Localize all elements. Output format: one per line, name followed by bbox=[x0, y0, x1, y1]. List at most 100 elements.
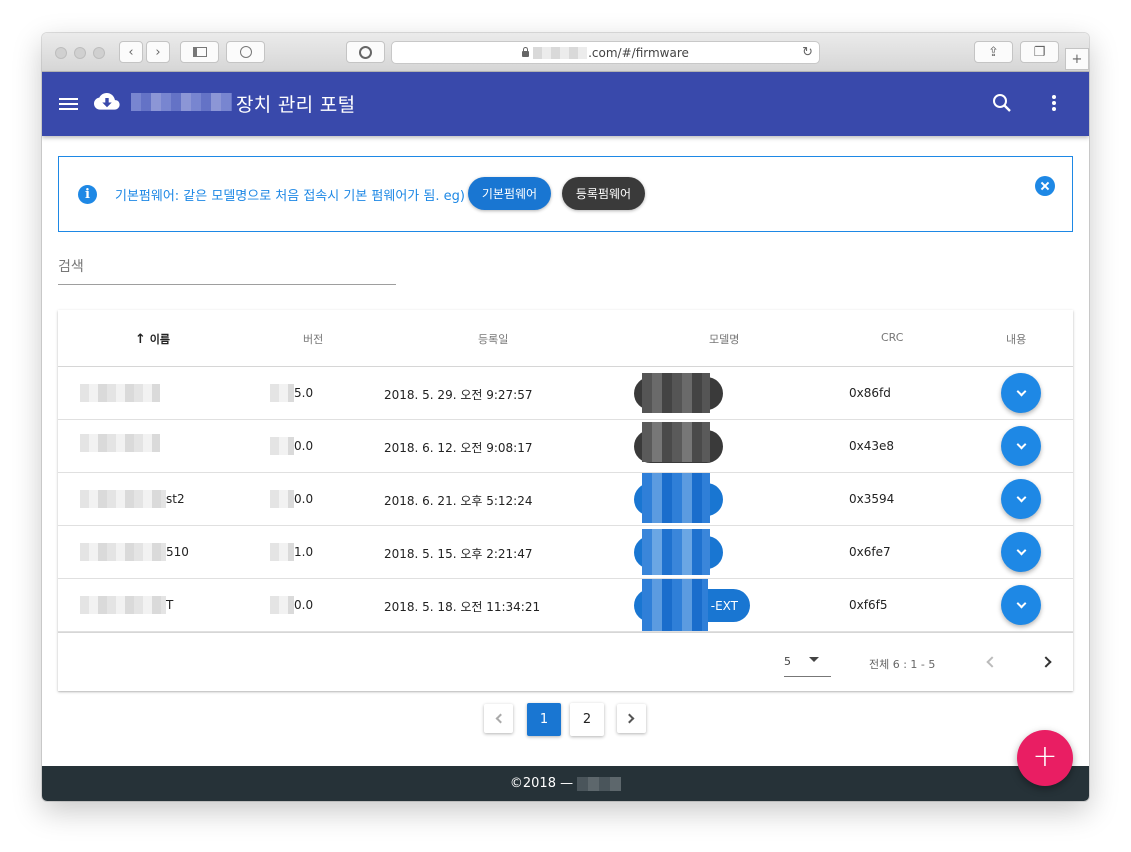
column-header-model[interactable]: 모델명 bbox=[709, 331, 739, 347]
version-redacted bbox=[270, 490, 294, 508]
version-redacted bbox=[270, 437, 294, 455]
version-redacted bbox=[270, 596, 294, 614]
page-button-2[interactable]: 2 bbox=[570, 703, 604, 736]
date-cell: 2018. 5. 29. 오전 9:27:57 bbox=[384, 388, 533, 402]
clock-icon bbox=[239, 46, 252, 58]
model-redacted bbox=[642, 473, 710, 523]
table-row: T 0.0 2018. 5. 18. 오전 11:34:21 -EXT 0xf6… bbox=[58, 579, 1073, 632]
minimize-window-button[interactable] bbox=[74, 47, 86, 59]
info-icon: i bbox=[78, 185, 97, 204]
prev-page-icon[interactable] bbox=[986, 656, 998, 668]
name-redacted bbox=[80, 434, 160, 452]
page-button-1[interactable]: 1 bbox=[527, 703, 561, 736]
close-icon[interactable] bbox=[1035, 176, 1055, 196]
rows-per-page-value: 5 bbox=[784, 655, 791, 668]
name-redacted bbox=[80, 543, 166, 561]
name-cell: T bbox=[166, 598, 174, 612]
crc-cell: 0xf6f5 bbox=[849, 598, 888, 612]
lock-icon bbox=[522, 47, 530, 57]
version-redacted bbox=[270, 543, 294, 561]
date-cell: 2018. 6. 12. 오전 9:08:17 bbox=[384, 441, 533, 455]
expand-button[interactable] bbox=[1001, 426, 1041, 466]
table-row: 5.0 2018. 5. 29. 오전 9:27:57 0x86fd bbox=[58, 367, 1073, 420]
next-page-icon[interactable] bbox=[1040, 656, 1052, 668]
info-circle-icon bbox=[359, 45, 372, 59]
search-input[interactable] bbox=[58, 255, 396, 275]
rows-per-page-select[interactable]: 5 bbox=[784, 652, 831, 677]
copyright-text: ©2018 — bbox=[509, 776, 574, 791]
table-row: 0.0 2018. 6. 12. 오전 9:08:17 0x43e8 bbox=[58, 420, 1073, 473]
date-cell: 2018. 5. 15. 오후 2:21:47 bbox=[384, 547, 533, 561]
default-firmware-button[interactable]: 기본펌웨어 bbox=[468, 177, 551, 210]
column-header-version[interactable]: 버전 bbox=[303, 331, 323, 347]
address-bar[interactable]: .com/#/firmware ↻ bbox=[391, 41, 820, 64]
column-header-name[interactable]: ↑ 이름 bbox=[135, 331, 170, 347]
dropdown-arrow-icon bbox=[809, 657, 819, 662]
sidebar-button[interactable] bbox=[180, 41, 219, 63]
column-header-content[interactable]: 내용 bbox=[1006, 331, 1026, 347]
zoom-window-button[interactable] bbox=[93, 47, 105, 59]
expand-button[interactable] bbox=[1001, 479, 1041, 519]
version-cell: 1.0 bbox=[294, 545, 314, 559]
arrow-up-icon: ↑ bbox=[135, 332, 146, 347]
browser-window: ‹ › .com/#/firmware ↻ ⇪ ❐ + 장치 관리 포털 i 기… bbox=[42, 33, 1089, 801]
pagination-next-button[interactable] bbox=[617, 704, 646, 733]
version-redacted bbox=[270, 384, 294, 402]
page-footer: ©2018 — bbox=[42, 766, 1089, 801]
close-window-button[interactable] bbox=[55, 47, 67, 59]
name-redacted bbox=[80, 490, 166, 508]
model-redacted bbox=[642, 579, 708, 631]
chevron-right-icon: › bbox=[155, 44, 161, 60]
menu-icon[interactable] bbox=[59, 98, 78, 111]
column-header-date[interactable]: 등록일 bbox=[478, 331, 508, 347]
name-redacted bbox=[80, 596, 166, 614]
back-button[interactable]: ‹ bbox=[119, 41, 143, 63]
cloud-download-icon bbox=[94, 92, 120, 116]
chevron-left-icon bbox=[495, 713, 506, 724]
share-icon: ⇪ bbox=[988, 44, 999, 60]
reload-icon[interactable]: ↻ bbox=[802, 45, 813, 60]
forward-button[interactable]: › bbox=[146, 41, 170, 63]
chevron-left-icon: ‹ bbox=[128, 44, 134, 60]
add-firmware-button[interactable]: + bbox=[1017, 730, 1073, 786]
sidebar-icon bbox=[192, 47, 207, 57]
new-tab-button[interactable]: + bbox=[1065, 48, 1089, 70]
name-redacted bbox=[80, 384, 160, 402]
url-text: .com/#/firmware bbox=[588, 45, 689, 60]
app-bar: 장치 관리 포털 bbox=[42, 72, 1089, 136]
expand-button[interactable] bbox=[1001, 585, 1041, 625]
table-header: ↑ 이름 버전 등록일 모델명 CRC 내용 bbox=[58, 310, 1073, 367]
registered-firmware-button[interactable]: 등록펌웨어 bbox=[562, 177, 645, 210]
name-cell: 510 bbox=[166, 545, 189, 559]
crc-cell: 0x6fe7 bbox=[849, 545, 891, 559]
crc-cell: 0x43e8 bbox=[849, 439, 895, 453]
name-cell: st2 bbox=[166, 492, 185, 506]
footer-company-redacted bbox=[577, 776, 622, 791]
search-icon[interactable] bbox=[992, 93, 1012, 117]
range-text: 전체 6 : 1 - 5 bbox=[869, 658, 936, 671]
model-redacted bbox=[642, 373, 710, 413]
tabs-button[interactable]: ❐ bbox=[1020, 41, 1059, 63]
version-cell: 5.0 bbox=[294, 386, 314, 400]
version-cell: 0.0 bbox=[294, 492, 314, 506]
title-prefix-redacted bbox=[131, 93, 232, 111]
expand-button[interactable] bbox=[1001, 532, 1041, 572]
crc-cell: 0x3594 bbox=[849, 492, 895, 506]
table-row: st2 0.0 2018. 6. 21. 오후 5:12:24 0x3594 bbox=[58, 473, 1073, 526]
page-title: 장치 관리 포털 bbox=[236, 94, 356, 116]
plus-icon: + bbox=[1071, 51, 1083, 67]
expand-button[interactable] bbox=[1001, 373, 1041, 413]
version-cell: 0.0 bbox=[294, 439, 314, 453]
firmware-table: ↑ 이름 버전 등록일 모델명 CRC 내용 5.0 2018. 5. 29. … bbox=[58, 310, 1073, 691]
column-header-crc[interactable]: CRC bbox=[881, 331, 903, 344]
more-vert-icon[interactable] bbox=[1052, 95, 1056, 111]
info-alert: i 기본펌웨어: 같은 모델명으로 처음 접속시 기본 펌웨어가 됨. eg) … bbox=[58, 156, 1073, 232]
history-button[interactable] bbox=[226, 41, 265, 63]
share-button[interactable]: ⇪ bbox=[974, 41, 1013, 63]
pagination-prev-button[interactable] bbox=[484, 704, 513, 733]
privacy-button[interactable] bbox=[346, 41, 385, 63]
table-footer: 5 전체 6 : 1 - 5 bbox=[58, 632, 1073, 691]
crc-cell: 0x86fd bbox=[849, 386, 891, 400]
alert-text: 기본펌웨어: 같은 모델명으로 처음 접속시 기본 펌웨어가 됨. eg) bbox=[115, 189, 465, 204]
date-cell: 2018. 5. 18. 오전 11:34:21 bbox=[384, 600, 541, 614]
